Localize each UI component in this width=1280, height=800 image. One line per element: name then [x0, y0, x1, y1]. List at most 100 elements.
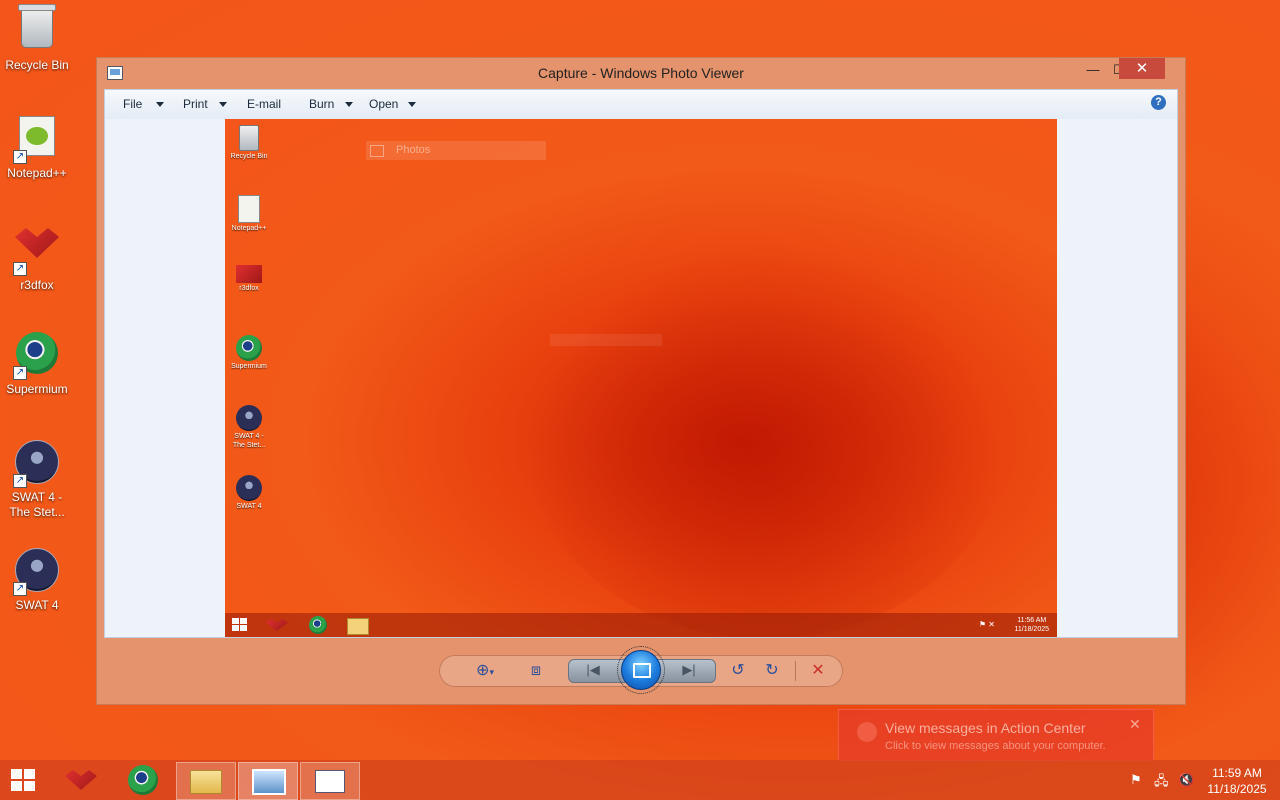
captured-icon-label: SWAT 4: [236, 503, 262, 510]
captured-icon-supermium: Supermium: [225, 331, 273, 371]
chevron-down-icon[interactable]: [219, 102, 227, 107]
captured-icon-swat4: SWAT 4: [225, 471, 273, 511]
close-icon[interactable]: ✕: [1129, 716, 1141, 733]
recycle-bin-icon: [13, 4, 61, 56]
captured-date: 11/18/2025: [1014, 626, 1049, 633]
supermium-icon: [309, 616, 327, 634]
action-center-flag-icon[interactable]: ⚑: [1130, 772, 1142, 788]
taskbar-r3dfox[interactable]: [52, 762, 110, 798]
command-bar: File Print E-mail Burn Open ?: [104, 89, 1178, 121]
desktop-icon-label: r3dfox: [20, 278, 54, 292]
rotate-counterclockwise-icon[interactable]: ↺: [726, 662, 750, 680]
desktop-icon-supermium[interactable]: ↗ Supermium: [0, 326, 74, 397]
desktop-icon-swat4[interactable]: ↗ SWAT 4: [0, 542, 74, 613]
volume-muted-icon[interactable]: 🔇: [1178, 772, 1194, 788]
open-menu[interactable]: Open: [369, 97, 398, 111]
photo-viewer-window: Capture - Windows Photo Viewer — ☐ ✕ Fil…: [96, 57, 1186, 705]
actual-size-icon[interactable]: ⧈: [524, 662, 548, 680]
supermium-icon: [128, 765, 158, 795]
file-explorer-icon: [347, 618, 369, 635]
windows-logo-icon: [11, 769, 22, 779]
captured-clock: 11:56 AM 11/18/2025: [1014, 616, 1049, 634]
window-titlebar[interactable]: Capture - Windows Photo Viewer — ☐ ✕: [97, 58, 1185, 88]
recycle-bin-icon: [239, 125, 259, 151]
windows-logo-icon: [232, 618, 247, 631]
supermium-icon: [236, 335, 262, 361]
minimize-button[interactable]: —: [1079, 60, 1107, 80]
taskbar: ⚑ 🖧 🔇 11:59 AM 11/18/2025: [0, 760, 1280, 800]
print-menu[interactable]: Print: [183, 97, 208, 111]
r3dfox-icon: ↗: [13, 228, 61, 276]
captured-icon-swat4-stetchkov: SWAT 4 - The Stet...: [225, 401, 273, 450]
rotate-clockwise-icon[interactable]: ↻: [760, 662, 784, 680]
slideshow-icon[interactable]: [617, 646, 665, 694]
photos-icon: [370, 145, 384, 157]
flag-icon: [857, 722, 877, 742]
captured-icon-label: r3dfox: [239, 285, 259, 292]
next-icon[interactable]: ▶|: [677, 661, 701, 679]
network-icon[interactable]: 🖧: [1154, 772, 1169, 794]
desktop-icon-label: Recycle Bin: [5, 58, 69, 72]
divider: [795, 661, 796, 681]
swat4-icon: ↗: [13, 440, 61, 488]
desktop-icon-label: Notepad++: [7, 166, 67, 180]
desktop-icon-label: Supermium: [6, 382, 68, 396]
action-center-notification[interactable]: View messages in Action Center Click to …: [838, 709, 1154, 761]
taskbar-clock[interactable]: 11:59 AM 11/18/2025: [1204, 765, 1270, 797]
file-explorer-icon: [190, 770, 222, 794]
image-viewport[interactable]: Recycle Bin Notepad++ r3dfox Supermium S…: [104, 119, 1178, 638]
captured-icon-label: Recycle Bin: [230, 153, 268, 160]
swat4-icon: [236, 405, 262, 431]
notification-body: Click to view messages about your comput…: [885, 740, 1106, 752]
viewer-control-bar: ⊕▾ ⧈ |◀ ▶| ↺ ↻ ✕: [439, 646, 843, 694]
taskbar-supermium[interactable]: [114, 762, 172, 798]
window-title: Capture - Windows Photo Viewer: [538, 65, 744, 81]
chevron-down-icon[interactable]: [408, 102, 416, 107]
captured-screenshot: Recycle Bin Notepad++ r3dfox Supermium S…: [225, 119, 1057, 637]
swat4-icon: ↗: [13, 548, 61, 596]
captured-photos-window: Photos: [366, 141, 546, 160]
notepadpp-icon: [238, 195, 260, 223]
chevron-down-icon[interactable]: [345, 102, 353, 107]
wallpaper-swirl: [525, 239, 1005, 637]
close-button[interactable]: ✕: [1119, 58, 1165, 79]
r3dfox-icon: [65, 770, 97, 790]
captured-icon-label: Notepad++: [231, 225, 267, 232]
desktop-icon-notepadpp[interactable]: ↗ Notepad++: [0, 110, 74, 181]
captured-ghost-element: [550, 334, 662, 346]
desktop-icon-swat4-stetchkov[interactable]: ↗ SWAT 4 - The Stet...: [0, 434, 74, 520]
zoom-icon[interactable]: ⊕▾: [468, 662, 502, 680]
r3dfox-icon: [266, 619, 288, 631]
file-menu[interactable]: File: [123, 97, 142, 111]
taskbar-photo-viewer[interactable]: [238, 762, 298, 800]
captured-icon-recycle-bin: Recycle Bin: [225, 121, 273, 161]
notification-title: View messages in Action Center: [885, 720, 1086, 736]
desktop-icon-label: SWAT 4 - The Stet...: [9, 490, 65, 519]
captured-tray-icons: ⚑ ✕: [978, 620, 995, 629]
captured-icon-r3dfox: r3dfox: [225, 261, 273, 293]
captured-taskbar: 11:56 AM 11/18/2025 ⚑ ✕: [225, 613, 1057, 637]
desktop-icon-recycle-bin[interactable]: Recycle Bin: [0, 2, 74, 73]
email-button[interactable]: E-mail: [247, 97, 281, 111]
clock-date: 11/18/2025: [1207, 782, 1267, 796]
start-button[interactable]: [11, 769, 37, 791]
swat4-icon: [236, 475, 262, 501]
supermium-icon: ↗: [13, 332, 61, 380]
help-icon[interactable]: ?: [1151, 95, 1166, 110]
chevron-down-icon[interactable]: [156, 102, 164, 107]
r3dfox-icon: [236, 265, 262, 283]
burn-menu[interactable]: Burn: [309, 97, 334, 111]
delete-icon[interactable]: ✕: [806, 662, 830, 680]
notepadpp-icon: ↗: [13, 116, 61, 164]
captured-icon-notepadpp: Notepad++: [225, 191, 273, 233]
desktop-icon-label: SWAT 4: [15, 598, 59, 612]
window-app-icon: [315, 770, 345, 793]
previous-icon[interactable]: |◀: [581, 661, 605, 679]
desktop-icon-r3dfox[interactable]: ↗ r3dfox: [0, 218, 74, 293]
captured-time: 11:56 AM: [1017, 617, 1047, 624]
taskbar-file-explorer[interactable]: [176, 762, 236, 800]
photo-viewer-icon: [252, 769, 286, 795]
photos-label: Photos: [396, 144, 431, 156]
captured-icon-label: SWAT 4 - The Stet...: [232, 433, 266, 449]
taskbar-app[interactable]: [300, 762, 360, 800]
